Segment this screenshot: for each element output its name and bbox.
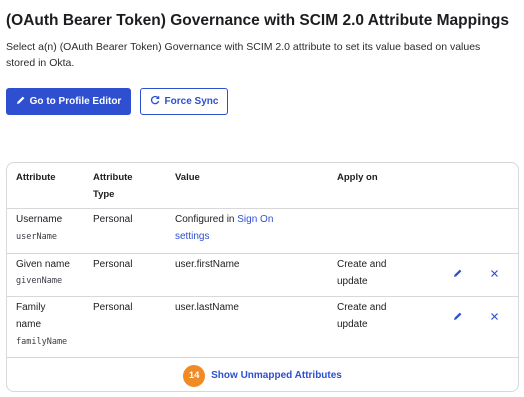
attribute-name: Family name xyxy=(16,299,45,333)
apply-on: Create and update xyxy=(337,256,386,290)
attribute-name-line1: Family xyxy=(16,302,46,313)
go-to-profile-editor-label: Go to Profile Editor xyxy=(29,96,122,107)
page-description: Select a(n) (OAuth Bearer Token) Governa… xyxy=(6,41,481,69)
attribute-type: Personal xyxy=(93,302,133,313)
force-sync-label: Force Sync xyxy=(164,96,219,107)
attribute-variable: familyName xyxy=(16,337,68,347)
pencil-icon[interactable] xyxy=(451,309,465,323)
unmapped-count-badge: 14 xyxy=(183,364,206,387)
column-header-value: Value xyxy=(175,172,200,183)
attribute-name: Given name xyxy=(16,259,70,270)
column-header-attribute-type-line2: Type xyxy=(93,189,115,200)
close-icon[interactable] xyxy=(487,266,501,280)
attribute-name-line2: name xyxy=(16,319,42,330)
column-header-apply-on: Apply on xyxy=(337,172,378,183)
apply-on-line1: Create and xyxy=(337,259,387,270)
attribute-mappings-table: Attribute Attribute Type Value Apply on … xyxy=(6,162,519,392)
show-unmapped-attributes-link[interactable]: Show Unmapped Attributes xyxy=(211,370,342,381)
refresh-icon xyxy=(150,95,160,108)
column-header-attribute-type-line1: Attribute xyxy=(93,172,133,183)
sign-on-settings-link[interactable]: Sign On xyxy=(237,214,273,225)
go-to-profile-editor-button[interactable]: Go to Profile Editor xyxy=(6,88,131,115)
attribute-value: user.lastName xyxy=(175,302,239,313)
attribute-value: Configured in Sign On settings xyxy=(175,211,325,245)
pencil-icon xyxy=(16,95,26,108)
apply-on-line1: Create and xyxy=(337,302,387,313)
show-unmapped-attributes[interactable]: 14 Show Unmapped Attributes xyxy=(7,358,518,391)
attribute-variable: givenName xyxy=(16,276,63,286)
column-header-attribute: Attribute xyxy=(16,172,56,183)
attribute-variable: userName xyxy=(16,232,57,242)
apply-on-line2: update xyxy=(337,319,368,330)
column-header-attribute-type: Attribute Type xyxy=(93,169,133,203)
close-icon[interactable] xyxy=(487,309,501,323)
table-header: Attribute Attribute Type Value Apply on xyxy=(7,163,518,209)
value-prefix: Configured in xyxy=(175,214,238,225)
table-row: Family name familyName Personal user.las… xyxy=(7,296,518,358)
page-title: (OAuth Bearer Token) Governance with SCI… xyxy=(6,12,509,29)
table-row: Given name givenName Personal user.first… xyxy=(7,253,518,297)
attribute-type: Personal xyxy=(93,214,133,225)
table-row: Username userName Personal Configured in… xyxy=(7,208,518,254)
force-sync-button[interactable]: Force Sync xyxy=(140,88,228,115)
attribute-name: Username xyxy=(16,214,63,225)
apply-on-line2: update xyxy=(337,276,368,287)
sign-on-settings-link-continued[interactable]: settings xyxy=(175,228,325,245)
attribute-type: Personal xyxy=(93,259,133,270)
attribute-value: user.firstName xyxy=(175,259,240,270)
pencil-icon[interactable] xyxy=(451,266,465,280)
apply-on: Create and update xyxy=(337,299,386,333)
